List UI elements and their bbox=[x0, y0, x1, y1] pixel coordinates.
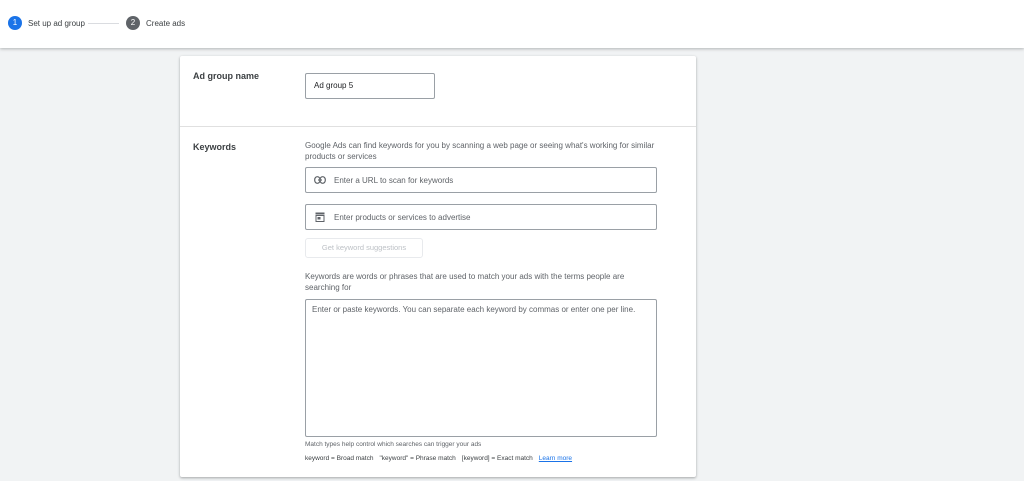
stepper-bar: 1 Set up ad group 2 Create ads bbox=[0, 0, 1024, 48]
link-icon bbox=[306, 176, 334, 184]
keywords-textarea[interactable]: Enter or paste keywords. You can separat… bbox=[305, 299, 657, 437]
url-scan-placeholder: Enter a URL to scan for keywords bbox=[334, 175, 454, 185]
learn-more-link[interactable]: Learn more bbox=[539, 455, 572, 462]
section-divider bbox=[180, 126, 696, 127]
url-scan-input[interactable]: Enter a URL to scan for keywords bbox=[305, 167, 657, 193]
ad-group-name-title: Ad group name bbox=[193, 71, 260, 81]
broad-match-text: keyword = Broad match bbox=[305, 455, 374, 462]
ad-group-name-input[interactable]: Ad group 5 bbox=[305, 73, 435, 99]
get-keyword-suggestions-button[interactable]: Get keyword suggestions bbox=[305, 238, 423, 258]
step-number-1: 1 bbox=[8, 16, 22, 30]
match-types-legend: keyword = Broad match "keyword" = Phrase… bbox=[305, 455, 572, 462]
keywords-textarea-placeholder: Enter or paste keywords. You can separat… bbox=[312, 305, 636, 314]
keywords-title: Keywords bbox=[193, 142, 237, 152]
step-create-ads[interactable]: 2 Create ads bbox=[126, 16, 185, 30]
match-types-hint: Match types help control which searches … bbox=[305, 441, 482, 448]
keywords-explanation: Keywords are words or phrases that are u… bbox=[305, 272, 625, 292]
phrase-match-text: "keyword" = Phrase match bbox=[379, 455, 456, 462]
step-label-1: Set up ad group bbox=[28, 18, 85, 28]
stepper-connector bbox=[88, 23, 119, 24]
step-label-2: Create ads bbox=[146, 18, 186, 28]
products-services-placeholder: Enter products or services to advertise bbox=[334, 212, 471, 222]
exact-match-text: [keyword] = Exact match bbox=[461, 455, 533, 462]
store-icon bbox=[306, 212, 334, 222]
products-services-input[interactable]: Enter products or services to advertise bbox=[305, 204, 657, 230]
keywords-description: Google Ads can find keywords for you by … bbox=[305, 141, 655, 161]
ad-group-card: Ad group name Ad group 5 Keywords Google… bbox=[180, 56, 696, 477]
step-number-2: 2 bbox=[126, 16, 140, 30]
step-setup-ad-group[interactable]: 1 Set up ad group bbox=[8, 16, 85, 30]
